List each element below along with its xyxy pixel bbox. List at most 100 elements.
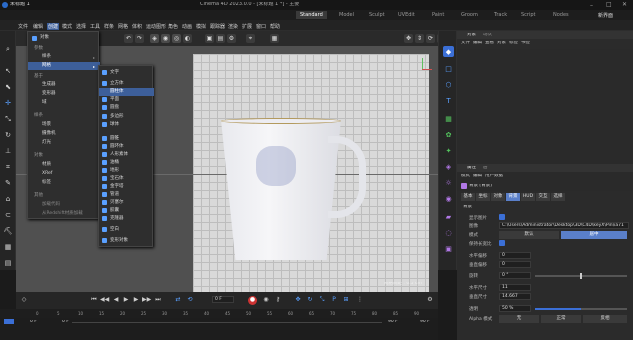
mesh-item[interactable]: 圆锥 (99, 135, 154, 143)
select-icon[interactable]: ⬉ (2, 82, 14, 92)
menu-item-generator[interactable]: 生成器 (28, 81, 100, 89)
key-icon[interactable]: ⚷ (274, 296, 282, 304)
param-key-icon[interactable]: P (330, 296, 338, 304)
current-frame-field[interactable]: 0 F (212, 296, 234, 303)
range-end-field[interactable]: 90 F (388, 320, 398, 325)
alpha-invert-button[interactable]: 反相 (583, 315, 627, 323)
view-zoom-icon[interactable]: ⇕ (415, 34, 424, 43)
cube-outline-icon[interactable]: ⬡ (443, 79, 454, 90)
next-key-icon[interactable]: ▶▶ (142, 296, 151, 304)
mode-default-button[interactable]: 默认 (499, 231, 559, 239)
mesh-item[interactable]: 多边形 (99, 113, 154, 121)
mode-center-button[interactable]: 居中 (561, 231, 627, 239)
rotate-key-icon[interactable]: ↻ (306, 296, 314, 304)
new-layout-button[interactable]: 新界面 (598, 12, 613, 19)
move-icon[interactable]: ✛ (2, 98, 14, 108)
mesh-item[interactable]: 立方体 (99, 80, 154, 88)
play-icon[interactable]: ▶ (122, 296, 130, 304)
minimize-icon[interactable]: – (590, 2, 593, 9)
mesh-item[interactable]: 金字塔 (99, 183, 154, 191)
prev-frame-icon[interactable]: ◀ (112, 296, 120, 304)
mesh-item[interactable]: 平面 (99, 96, 154, 104)
h-size-field[interactable]: 11 (499, 284, 531, 291)
polygon-mode-icon[interactable]: ◎ (172, 34, 181, 43)
cube-icon[interactable]: ◆ (443, 46, 454, 57)
mesh-item[interactable]: 变形对象 (99, 237, 154, 245)
paint-icon[interactable]: ⛏ (2, 226, 14, 236)
goto-end-icon[interactable]: ⏭ (154, 296, 162, 304)
undo-icon[interactable]: ↶ (124, 34, 133, 43)
mesh-item[interactable]: 地形 (99, 167, 154, 175)
range-end-label[interactable]: 90 F (420, 320, 430, 325)
mesh-item[interactable]: 圆环体 (99, 143, 154, 151)
om-menu-file[interactable]: 文件 (461, 41, 470, 46)
prev-key-icon[interactable]: ◀◀ (100, 296, 109, 304)
om-menu-bookmark[interactable]: 书签 (521, 41, 530, 46)
alpha-none-button[interactable]: 无 (499, 315, 539, 323)
mesh-item[interactable]: 圆柱体 (99, 88, 154, 96)
layout-tab-paint[interactable]: Paint (432, 12, 444, 19)
maximize-icon[interactable]: □ (606, 1, 612, 8)
deformer-icon[interactable]: ✿ (443, 129, 454, 140)
menu-item-camera[interactable]: 摄像机 (28, 130, 100, 138)
mesh-item[interactable]: 文字 (99, 69, 154, 77)
edge-mode-icon[interactable]: ◉ (161, 34, 170, 43)
keyframe-mode-icon[interactable]: ⇄ (174, 296, 182, 304)
menu-tracker[interactable]: 跟踪器 (210, 23, 225, 30)
subtab-selection[interactable]: 选择 (551, 193, 565, 201)
mesh-item[interactable]: 胶囊 (99, 207, 154, 215)
mesh-item[interactable]: 人形素体 (99, 151, 154, 159)
workplane-icon[interactable]: ▦ (2, 242, 14, 252)
layout-tab-standard[interactable]: Standard (296, 11, 327, 19)
redo-icon[interactable]: ↷ (135, 34, 144, 43)
om-menu-object[interactable]: 对象 (497, 41, 506, 46)
timeline-settings-icon[interactable]: ⚙ (426, 296, 434, 304)
view-rotate-icon[interactable]: ⟳ (426, 34, 435, 43)
subtab-coord[interactable]: 坐标 (476, 193, 490, 201)
mesh-item[interactable]: 空白 (99, 226, 154, 234)
menu-animate[interactable]: 动画 (182, 23, 192, 30)
scale-key-icon[interactable]: ⤡ (318, 296, 326, 304)
timeline-ruler[interactable]: 0 5 10 15 20 25 30 35 40 45 50 55 60 65 70 75 80 85 90 (0, 309, 438, 318)
layout-tab-groom[interactable]: Groom (461, 12, 478, 19)
menu-character[interactable]: 角色 (168, 23, 178, 30)
menu-render[interactable]: 渲染 (228, 23, 238, 30)
attr-menu-edit[interactable]: 编辑 (473, 174, 482, 179)
axis-icon[interactable]: ⊥ (2, 146, 14, 156)
light-icon[interactable]: ☼ (443, 177, 454, 188)
dots-icon[interactable]: ⋮ (356, 296, 364, 304)
model-mode-icon[interactable]: ◐ (183, 34, 192, 43)
subtab-background[interactable]: 背景 (506, 193, 520, 201)
move-key-icon[interactable]: ✥ (294, 296, 302, 304)
render-region-icon[interactable]: ▤ (216, 34, 225, 43)
transparency-field[interactable]: 50 % (499, 305, 531, 312)
tab-attributes[interactable]: 属性 (467, 166, 476, 171)
goto-start-icon[interactable]: ⏮ (90, 296, 98, 304)
menu-mograph[interactable]: 运动图形 (146, 23, 166, 30)
menu-volume[interactable]: 体积 (132, 23, 142, 30)
sky-icon[interactable]: ◌ (443, 227, 454, 238)
layout-tab-nodes[interactable]: Nodes (553, 12, 569, 19)
material-icon[interactable]: ◉ (443, 193, 454, 204)
lock-icon[interactable]: ▦ (270, 34, 279, 43)
menu-item-field[interactable]: 域 (28, 99, 100, 107)
timeline-icon[interactable]: ◇ (20, 296, 28, 304)
record-icon[interactable]: ● (248, 296, 257, 305)
rotation-slider-handle[interactable] (580, 273, 582, 279)
render-view-icon[interactable]: ▣ (205, 34, 214, 43)
subtab-object[interactable]: 对象 (491, 193, 505, 201)
menu-item-scene[interactable]: 场景 (28, 121, 100, 129)
attr-menu-mode[interactable]: 模式 (461, 174, 470, 179)
menu-window[interactable]: 窗口 (256, 23, 266, 30)
point-mode-icon[interactable]: ◈ (150, 34, 159, 43)
next-frame-icon[interactable]: ▶ (132, 296, 140, 304)
render-settings-icon[interactable]: ⚙ (227, 34, 236, 43)
attr-menu-userdata[interactable]: 用户数据 (485, 174, 503, 179)
om-menu-tag[interactable]: 标签 (509, 41, 518, 46)
rotation-field[interactable]: 0 ° (499, 272, 531, 279)
playhead[interactable] (4, 319, 14, 324)
subtab-interaction[interactable]: 交互 (536, 193, 550, 201)
om-menu-view[interactable]: 查看 (485, 41, 494, 46)
menu-item-spline[interactable]: 样条 (28, 53, 100, 61)
v-offset-field[interactable]: 0 (499, 261, 531, 268)
